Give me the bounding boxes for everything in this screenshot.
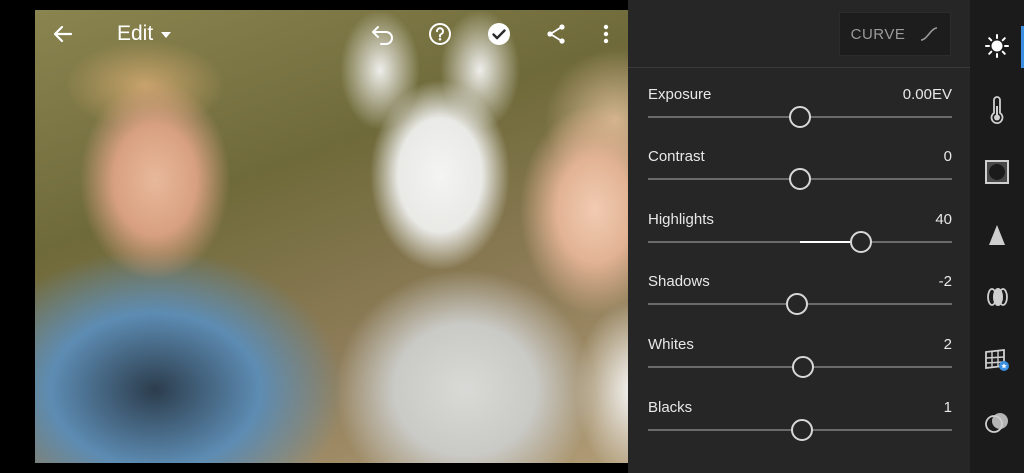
slider-value: 40 (935, 211, 952, 228)
caret-down-icon (161, 32, 172, 38)
edit-mode-dropdown[interactable]: Edit (117, 20, 172, 48)
slider-thumb[interactable] (790, 419, 813, 441)
slider-label: Whites (648, 336, 694, 353)
blacks-slider[interactable]: Blacks 1 (648, 399, 952, 447)
effects-vignette-icon[interactable] (970, 148, 1024, 196)
help-icon[interactable] (424, 18, 456, 50)
edit-mode-label: Edit (117, 22, 154, 45)
exposure-slider[interactable]: Exposure 0.00EV (648, 86, 952, 134)
slider-thumb[interactable] (792, 356, 815, 378)
photo-canvas[interactable] (35, 10, 710, 463)
panel-header: CURVE (628, 0, 970, 68)
highlights-slider[interactable]: Highlights 40 (648, 211, 952, 259)
slider-value: -2 (938, 273, 952, 290)
light-adjustments-panel: CURVE Exposure 0.00EV Contrast 0 Highlig… (628, 0, 970, 473)
slider-thumb[interactable] (789, 168, 811, 190)
undo-icon[interactable] (367, 18, 399, 50)
slider-label: Highlights (648, 211, 714, 228)
slider-thumb[interactable] (789, 106, 811, 128)
slider-label: Exposure (648, 86, 712, 103)
shadows-slider[interactable]: Shadows -2 (648, 273, 952, 321)
top-toolbar: Edit (35, 10, 628, 58)
curve-label: CURVE (850, 25, 906, 43)
detail-sharpen-icon[interactable] (970, 211, 1024, 259)
curve-icon (921, 27, 938, 41)
slider-label: Shadows (648, 273, 710, 290)
color-temperature-icon[interactable] (970, 86, 1024, 134)
share-icon[interactable] (540, 18, 572, 50)
slider-thumb[interactable] (849, 231, 872, 253)
optics-lens-icon[interactable] (970, 273, 1024, 321)
whites-slider[interactable]: Whites 2 (648, 336, 952, 384)
curve-button[interactable]: CURVE (839, 12, 951, 56)
slider-value: 0 (943, 148, 952, 165)
slider-value: 1 (943, 399, 952, 416)
contrast-slider[interactable]: Contrast 0 (648, 148, 952, 196)
slider-thumb[interactable] (785, 293, 808, 315)
slider-value: 0.00EV (902, 86, 952, 103)
back-arrow-icon[interactable] (47, 18, 79, 50)
light-icon[interactable] (970, 22, 1024, 70)
slider-label: Blacks (648, 399, 693, 416)
more-vert-icon[interactable] (590, 18, 622, 50)
done-check-icon[interactable] (483, 18, 515, 50)
slider-value: 2 (943, 336, 952, 353)
presets-blend-icon[interactable] (970, 399, 1024, 447)
tool-rail (970, 0, 1024, 473)
slider-label: Contrast (648, 148, 705, 165)
geometry-grid-icon[interactable] (970, 336, 1024, 384)
